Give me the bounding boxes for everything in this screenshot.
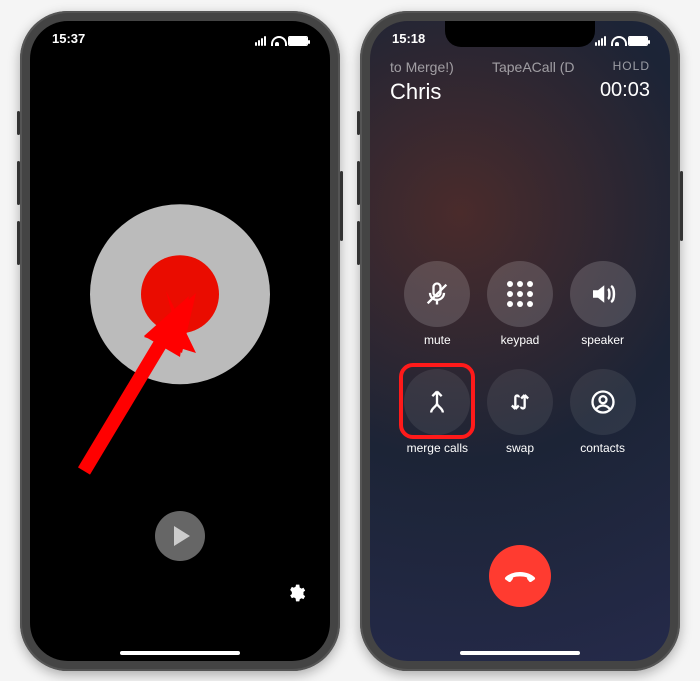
held-call-label: to Merge!) [390, 59, 454, 75]
notch [105, 21, 255, 47]
keypad-button[interactable]: keypad [479, 261, 562, 347]
gear-icon [286, 583, 306, 603]
call-info: to Merge!) TapeACall (D HOLD Chris 00:03 [390, 59, 650, 105]
caller-name: Chris [390, 79, 441, 105]
battery-icon [288, 36, 308, 46]
status-time: 15:18 [392, 31, 425, 51]
home-indicator[interactable] [120, 651, 240, 655]
hangup-icon [504, 560, 536, 592]
contacts-icon [589, 388, 617, 416]
call-controls: mute keypad speaker [370, 261, 670, 455]
merge-label: merge calls [407, 441, 468, 455]
speaker-button[interactable]: speaker [561, 261, 644, 347]
phone-right: 15:18 to Merge!) TapeACall (D HOLD Chris… [360, 11, 680, 671]
swap-label: swap [506, 441, 534, 455]
speaker-icon [588, 279, 618, 309]
swap-button[interactable]: swap [479, 369, 562, 455]
signal-icon [255, 36, 266, 46]
held-call-name: TapeACall (D [492, 59, 574, 75]
record-button[interactable] [90, 204, 270, 384]
status-time: 15:37 [52, 31, 85, 51]
keypad-icon [507, 281, 533, 307]
status-indicators [255, 31, 308, 51]
swap-icon [506, 388, 534, 416]
mute-button[interactable]: mute [396, 261, 479, 347]
screen-left: 15:37 [30, 21, 330, 661]
mute-icon [423, 280, 451, 308]
mute-label: mute [424, 333, 451, 347]
settings-button[interactable] [286, 583, 306, 609]
notch [445, 21, 595, 47]
record-icon [141, 255, 219, 333]
hold-badge: HOLD [613, 59, 650, 75]
battery-icon [628, 36, 648, 46]
merge-icon [423, 388, 451, 416]
merge-calls-button[interactable]: merge calls [396, 369, 479, 455]
contacts-button[interactable]: contacts [561, 369, 644, 455]
keypad-label: keypad [501, 333, 540, 347]
phone-left: 15:37 [20, 11, 340, 671]
play-button[interactable] [155, 511, 205, 561]
signal-icon [595, 36, 606, 46]
speaker-label: speaker [581, 333, 624, 347]
wifi-icon [610, 36, 624, 46]
call-duration: 00:03 [600, 79, 650, 105]
status-indicators [595, 31, 648, 51]
play-icon [174, 526, 190, 546]
wifi-icon [270, 36, 284, 46]
end-call-button[interactable] [489, 545, 551, 607]
home-indicator[interactable] [460, 651, 580, 655]
contacts-label: contacts [580, 441, 625, 455]
screen-right: 15:18 to Merge!) TapeACall (D HOLD Chris… [370, 21, 670, 661]
